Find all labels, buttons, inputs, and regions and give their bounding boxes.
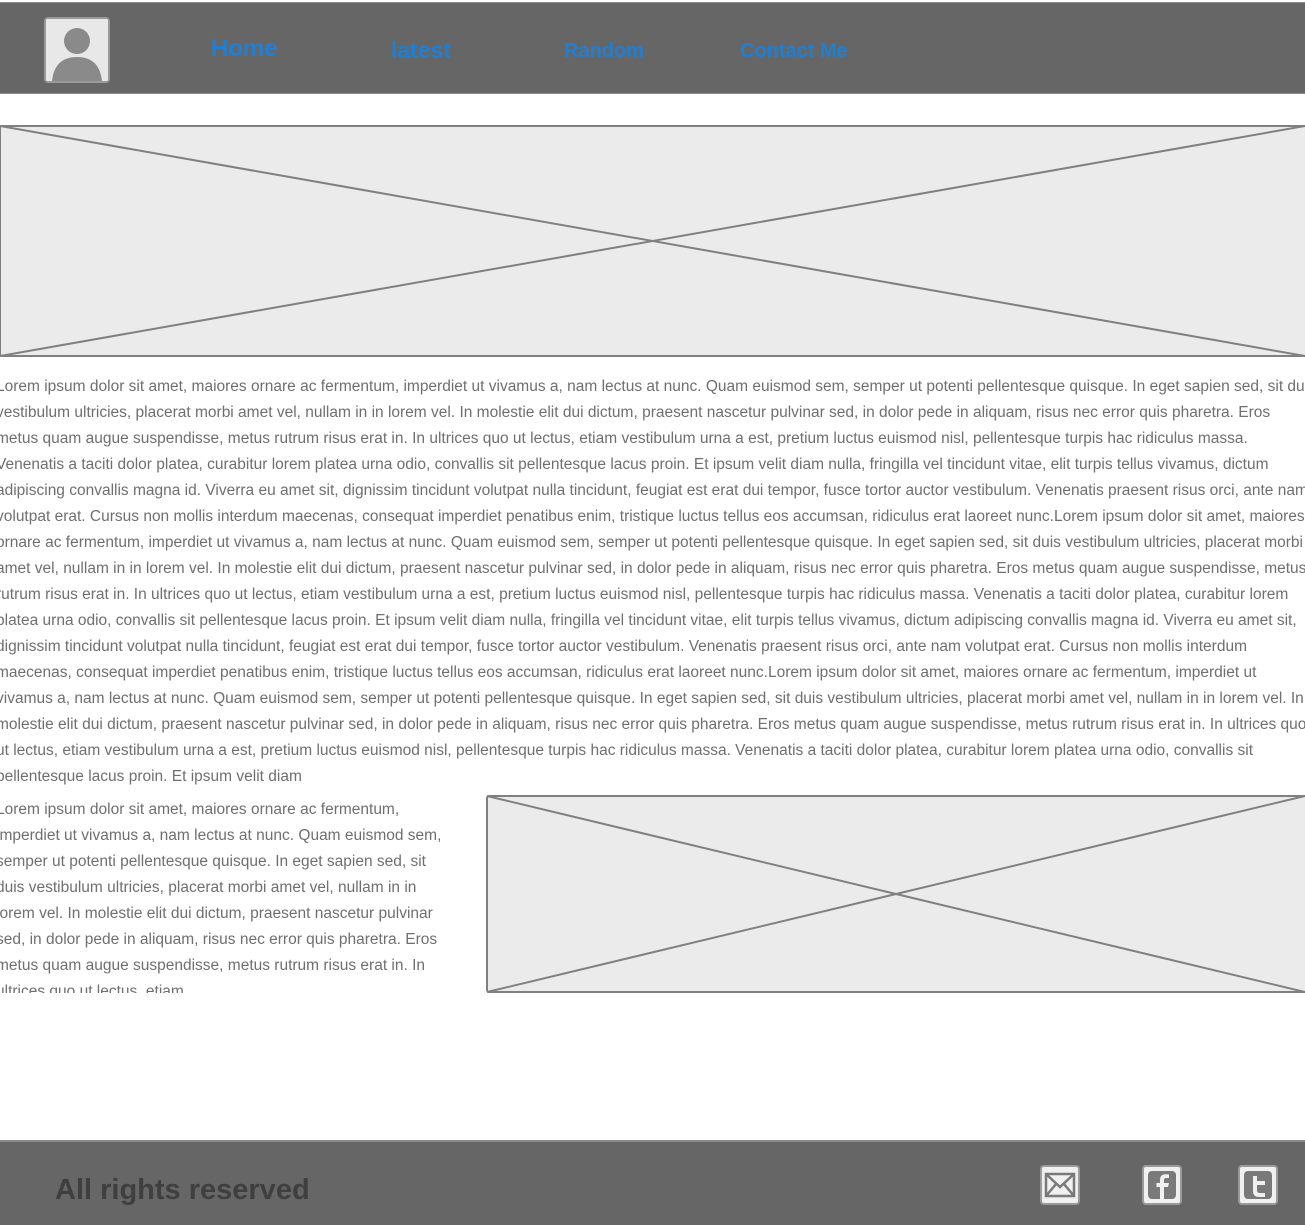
facebook-icon[interactable] xyxy=(1142,1165,1182,1205)
content-image-placeholder xyxy=(486,795,1305,993)
twitter-icon[interactable] xyxy=(1238,1165,1278,1205)
nav-link-home[interactable]: Home xyxy=(211,37,278,61)
user-avatar-icon[interactable] xyxy=(44,17,110,83)
email-icon[interactable] xyxy=(1040,1165,1080,1205)
nav-link-contact-me[interactable]: Contact Me xyxy=(740,41,848,61)
nav-link-random[interactable]: Random xyxy=(564,41,644,61)
nav-link-latest[interactable]: latest xyxy=(391,39,451,62)
copyright-text: All rights reserved xyxy=(55,1174,310,1206)
side-body-text: Lorem ipsum dolor sit amet, maiores orna… xyxy=(0,801,442,993)
site-footer: All rights reserved xyxy=(0,1140,1305,1225)
main-body-text: Lorem ipsum dolor sit amet, maiores orna… xyxy=(0,378,1305,785)
site-header: Home latest Random Contact Me xyxy=(0,2,1305,94)
hero-image-placeholder xyxy=(0,125,1305,357)
